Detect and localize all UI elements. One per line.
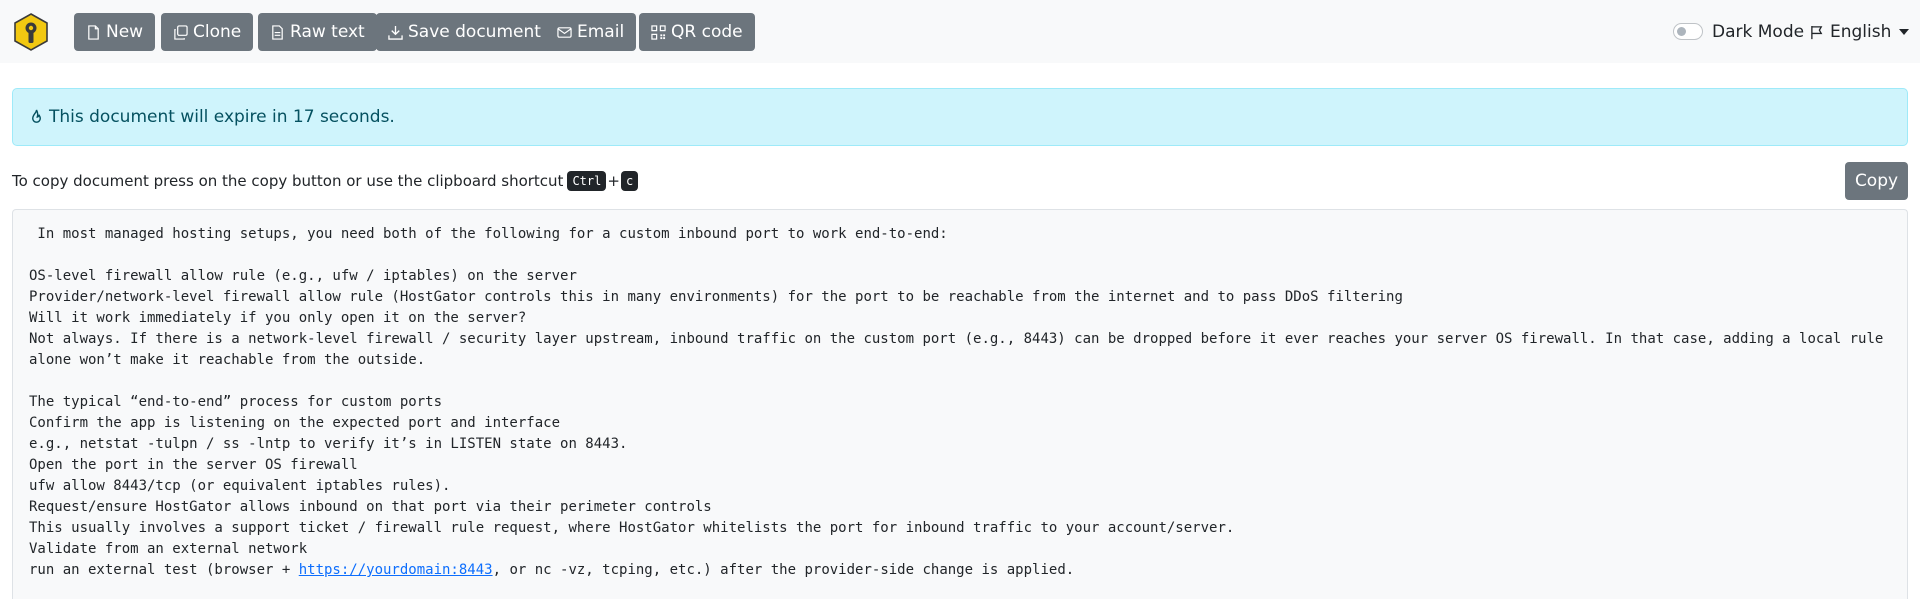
language-dropdown[interactable]: English bbox=[1810, 19, 1910, 45]
raw-text-button-label: Raw text bbox=[290, 22, 365, 42]
shortcut-key-c: c bbox=[620, 171, 639, 191]
link-prefix-text: run an external test (browser + bbox=[29, 562, 299, 578]
document-line: Confirm the app is listening on the expe… bbox=[29, 415, 561, 431]
chevron-down-icon bbox=[1899, 29, 1910, 35]
document-line: Not always. If there is a network-level … bbox=[29, 331, 1892, 368]
copy-instructions: To copy document press on the copy butto… bbox=[12, 171, 639, 191]
shortcut-plus: + bbox=[607, 172, 620, 190]
clone-button[interactable]: Clone bbox=[161, 13, 254, 51]
save-document-button-label: Save document bbox=[408, 22, 541, 42]
document-line: ufw allow 8443/tcp (or equivalent iptabl… bbox=[29, 478, 451, 494]
document-line: In most managed hosting setups, you need… bbox=[29, 226, 948, 242]
save-document-button[interactable]: Save document bbox=[376, 13, 553, 51]
download-icon bbox=[388, 25, 403, 40]
raw-text-button[interactable]: Raw text bbox=[258, 13, 377, 51]
document-line-with-link: run an external test (browser + https://… bbox=[29, 560, 1891, 581]
qr-code-button[interactable]: QR code bbox=[639, 13, 755, 51]
dark-mode-label[interactable]: Dark Mode bbox=[1712, 19, 1804, 45]
copy-instruction-text: To copy document press on the copy butto… bbox=[12, 172, 564, 190]
document-line: Will it work immediately if you only ope… bbox=[29, 310, 527, 326]
dark-mode-toggle[interactable] bbox=[1673, 23, 1703, 40]
document-line: Provider/network-level firewall allow ru… bbox=[29, 289, 1403, 305]
link-suffix-text: , or nc -vz, tcping, etc.) after the pro… bbox=[492, 562, 1075, 578]
shortcut-key-ctrl: Ctrl bbox=[567, 171, 607, 191]
qr-code-button-label: QR code bbox=[671, 22, 743, 42]
clone-button-label: Clone bbox=[193, 22, 242, 42]
language-label: English bbox=[1830, 22, 1892, 42]
expiry-message: This document will expire in 17 seconds. bbox=[49, 107, 395, 127]
flag-icon bbox=[1811, 25, 1823, 39]
copy-button[interactable]: Copy bbox=[1845, 162, 1908, 200]
file-icon bbox=[88, 24, 99, 40]
document-line: OS-level firewall allow rule (e.g., ufw … bbox=[29, 268, 577, 284]
expiry-alert: This document will expire in 17 seconds. bbox=[12, 88, 1908, 146]
email-button[interactable]: Email bbox=[545, 13, 637, 51]
domain-link[interactable]: https://yourdomain:8443 bbox=[299, 562, 493, 578]
copy-icon bbox=[174, 24, 188, 40]
fire-icon bbox=[32, 109, 41, 123]
envelope-icon bbox=[557, 26, 572, 38]
document-content[interactable]: In most managed hosting setups, you need… bbox=[12, 209, 1908, 599]
document-line: Validate from an external network bbox=[29, 541, 308, 557]
document-line: This usually involves a support ticket /… bbox=[29, 520, 1235, 536]
document-line: Request/ensure HostGator allows inbound … bbox=[29, 499, 712, 515]
new-button-label: New bbox=[106, 22, 144, 42]
toggle-knob bbox=[1677, 27, 1686, 36]
keyhole-shield-icon[interactable] bbox=[12, 13, 50, 51]
email-button-label: Email bbox=[577, 22, 625, 42]
document-line: The typical “end-to-end” process for cus… bbox=[29, 394, 443, 410]
qr-code-icon bbox=[651, 24, 666, 40]
navbar: New Clone Raw text Save document Email Q… bbox=[0, 0, 1920, 63]
new-button[interactable]: New bbox=[74, 13, 156, 51]
file-text-icon bbox=[272, 24, 283, 40]
document-line: e.g., netstat -tulpn / ss -lntp to verif… bbox=[29, 436, 628, 452]
document-line: Open the port in the server OS firewall bbox=[29, 457, 358, 473]
